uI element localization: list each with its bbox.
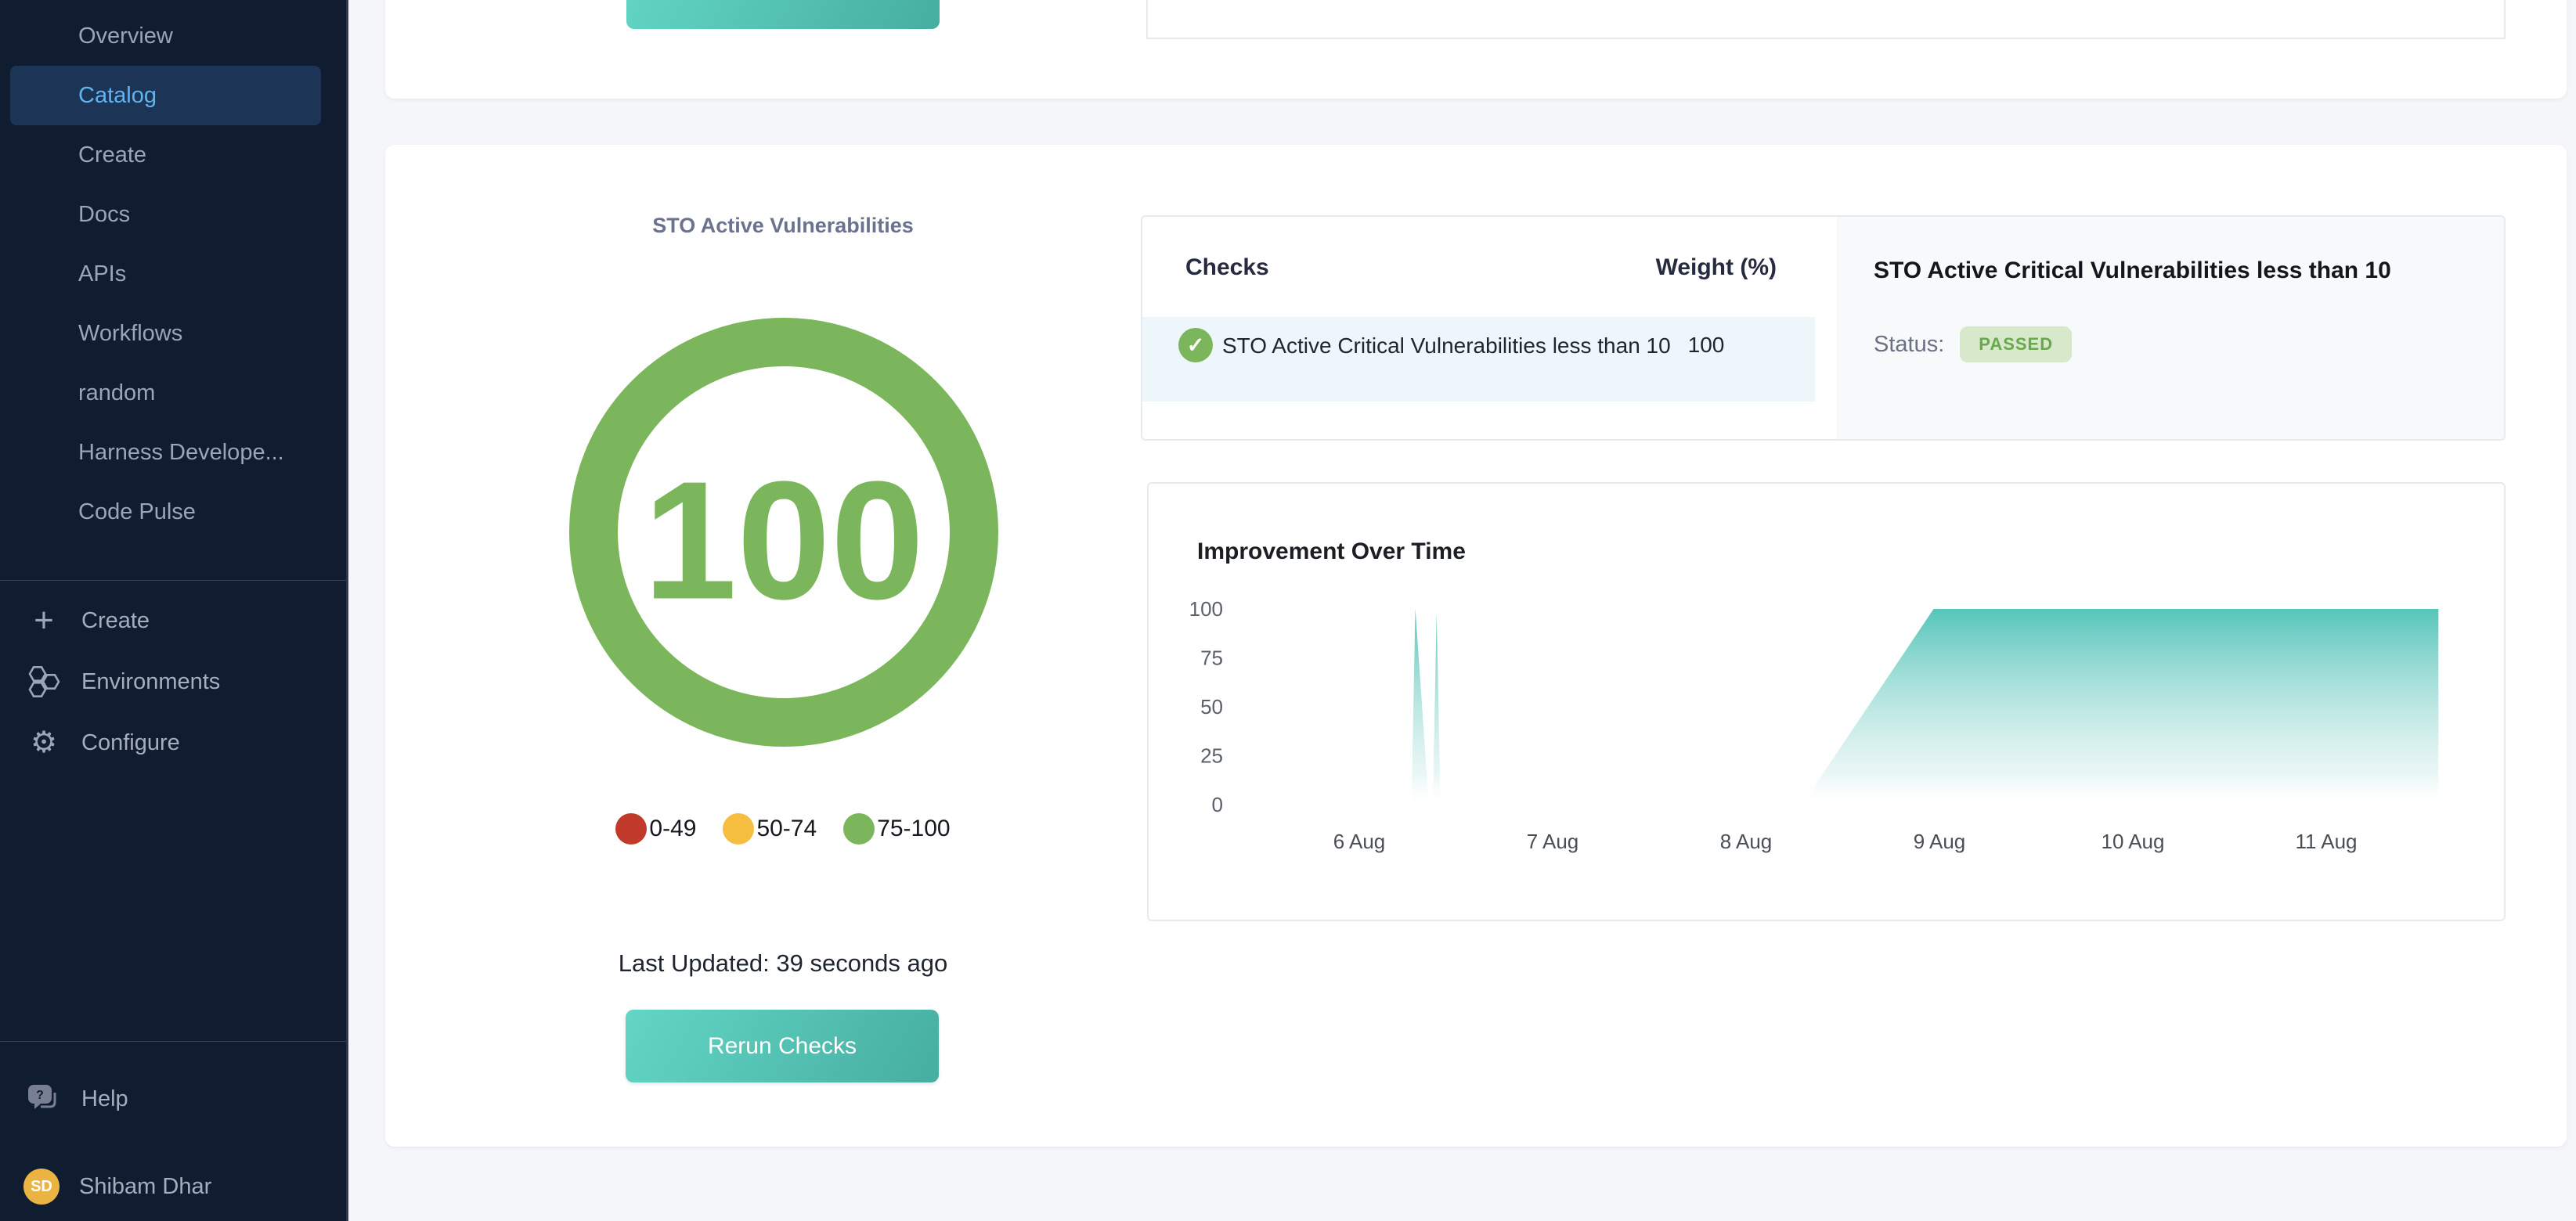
x-axis-tick: 9 Aug	[1914, 830, 1966, 853]
check-detail-panel: STO Active Critical Vulnerabilities less…	[1837, 217, 2504, 439]
scorecard-card: STO Active Vulnerabilities 100 0-49 50-7…	[385, 145, 2567, 1147]
sidebar-action-environments[interactable]: Environments	[0, 651, 346, 712]
last-updated-text: Last Updated: 39 seconds ago	[385, 949, 1181, 978]
sidebar-item-apis[interactable]: APIs	[10, 244, 321, 304]
legend-dot-green	[843, 813, 875, 845]
x-axis-tick: 8 Aug	[1720, 830, 1773, 853]
avatar: SD	[23, 1169, 60, 1205]
check-circle-icon: ✓	[1178, 328, 1213, 362]
gear-icon: ⚙	[23, 728, 64, 758]
score-area-series	[1249, 609, 2438, 805]
weight-column-header: Weight (%)	[1656, 254, 1777, 281]
sidebar-item-harness-developer[interactable]: Harness Develope...	[10, 423, 321, 482]
x-axis-tick: 10 Aug	[2102, 830, 2165, 853]
legend-label: 75-100	[877, 816, 950, 842]
x-axis-tick: 7 Aug	[1527, 830, 1579, 853]
legend-label: 0-49	[649, 816, 696, 842]
scorecard-title: STO Active Vulnerabilities	[587, 214, 979, 238]
check-weight: 100	[1659, 333, 1753, 358]
action-label: Environments	[81, 669, 220, 695]
sidebar-nav: Overview Catalog Create Docs APIs Workfl…	[0, 0, 346, 542]
status-badge: PASSED	[1960, 326, 2072, 362]
checks-table: Checks Weight (%) ✓ STO Active Critical …	[1142, 217, 1837, 439]
sidebar-action-create[interactable]: + Create	[0, 590, 346, 651]
user-menu[interactable]: SD Shibam Dhar	[0, 1165, 346, 1208]
sidebar-action-configure[interactable]: ⚙ Configure	[0, 712, 346, 773]
sidebar-divider	[0, 1041, 346, 1042]
svg-text:?: ?	[36, 1089, 44, 1102]
legend-item-amber: 50-74	[723, 813, 817, 845]
action-label: Configure	[81, 730, 180, 756]
status-row: Status: PASSED	[1874, 326, 2072, 362]
user-name: Shibam Dhar	[79, 1174, 211, 1200]
check-detail-title: STO Active Critical Vulnerabilities less…	[1874, 258, 2473, 284]
sidebar-item-code-pulse[interactable]: Code Pulse	[10, 482, 321, 542]
legend-dot-amber	[723, 813, 754, 845]
help-chat-icon: ?	[23, 1082, 64, 1116]
sidebar-item-overview[interactable]: Overview	[10, 6, 321, 66]
y-axis-tick: 25	[1200, 744, 1223, 768]
improvement-chart-card: 0 25 50 75 100 6 Aug 7 Aug 8 Aug 9 Aug 10 Aug 11 A…	[1147, 482, 2506, 921]
checks-panel-partial	[1146, 0, 2506, 39]
sidebar-item-workflows[interactable]: Workflows	[10, 304, 321, 363]
y-axis-tick: 75	[1200, 647, 1223, 670]
hexagons-icon	[23, 664, 64, 700]
checks-column-header: Checks	[1185, 254, 1269, 281]
x-axis-tick: 11 Aug	[2295, 830, 2357, 853]
checks-panel: Checks Weight (%) ✓ STO Active Critical …	[1141, 215, 2506, 441]
rerun-checks-button-partial[interactable]	[626, 0, 940, 29]
sidebar-item-create[interactable]: Create	[10, 125, 321, 185]
y-axis-tick: 0	[1212, 793, 1223, 816]
sidebar-item-random[interactable]: random	[10, 363, 321, 423]
legend-item-red: 0-49	[615, 813, 696, 845]
status-label: Status:	[1874, 332, 1944, 358]
sidebar: Overview Catalog Create Docs APIs Workfl…	[0, 0, 348, 1221]
legend-label: 50-74	[756, 816, 817, 842]
score-legend: 0-49 50-74 75-100	[385, 812, 1181, 846]
sidebar-item-catalog[interactable]: Catalog	[10, 66, 321, 125]
score-gauge: 100	[569, 318, 998, 747]
legend-item-green: 75-100	[843, 813, 950, 845]
sidebar-actions: + Create Environments ⚙ Configure	[0, 590, 346, 773]
rerun-checks-button[interactable]: Rerun Checks	[626, 1010, 939, 1082]
chart-title: Improvement Over Time	[1197, 538, 1466, 565]
action-label: Create	[81, 608, 150, 634]
help-button[interactable]: ? Help	[0, 1071, 346, 1127]
x-axis-tick: 6 Aug	[1333, 830, 1386, 853]
sidebar-item-docs[interactable]: Docs	[10, 185, 321, 244]
previous-scorecard-card	[385, 0, 2567, 99]
check-name: STO Active Critical Vulnerabilities less…	[1222, 331, 1701, 361]
gauge-score: 100	[644, 446, 925, 635]
sidebar-divider	[0, 580, 346, 581]
legend-dot-red	[615, 813, 647, 845]
y-axis-tick: 100	[1189, 597, 1223, 621]
plus-icon: +	[23, 603, 64, 638]
help-label: Help	[81, 1086, 128, 1112]
y-axis-tick: 50	[1200, 695, 1223, 719]
checks-table-header: Checks Weight (%)	[1142, 254, 1837, 281]
check-row[interactable]: ✓ STO Active Critical Vulnerabilities le…	[1142, 317, 1815, 402]
